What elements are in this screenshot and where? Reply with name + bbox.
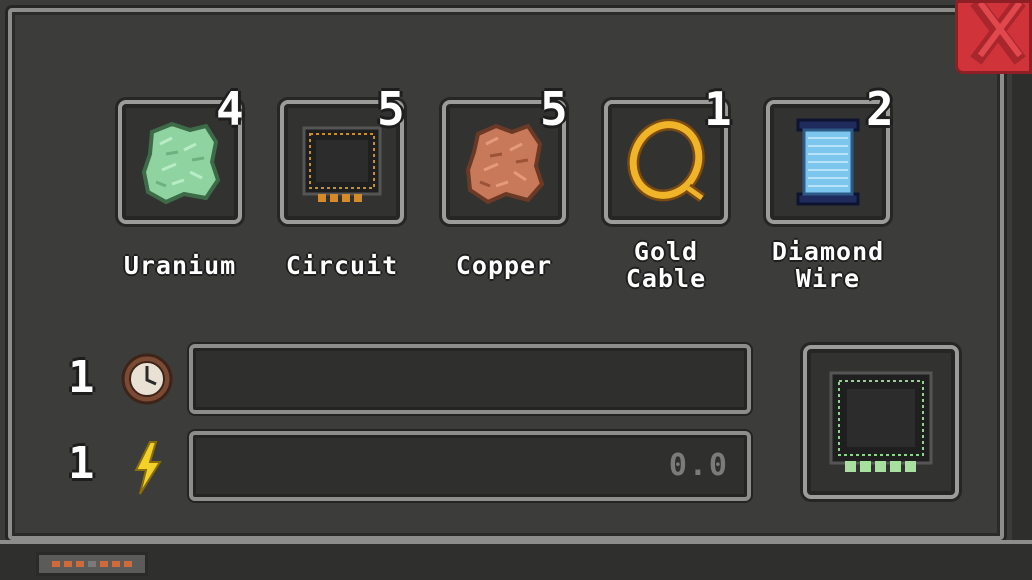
connector-segment bbox=[112, 561, 120, 567]
ingredient-label-diamond-wire: Diamond Wire bbox=[771, 237, 885, 293]
lightning-icon bbox=[134, 441, 162, 495]
connector-segment bbox=[100, 561, 108, 567]
diamond-wire-icon bbox=[796, 118, 860, 206]
window-edge bbox=[1012, 0, 1032, 580]
ingredient-count-diamond-wire: 2 bbox=[866, 82, 894, 136]
ingredient-count-circuit: 5 bbox=[377, 82, 405, 136]
connector-segment bbox=[52, 561, 60, 567]
power-connector bbox=[36, 552, 148, 576]
ingredient-count-copper: 5 bbox=[540, 82, 568, 136]
copper-ore-icon bbox=[465, 123, 545, 205]
connector-segment bbox=[124, 561, 132, 567]
ingredient-label-uranium: Uranium bbox=[123, 251, 237, 280]
ingredient-label-copper: Copper bbox=[455, 251, 553, 280]
ingredient-count-uranium: 4 bbox=[216, 82, 244, 136]
ingredient-label-circuit: Circuit bbox=[285, 251, 399, 280]
ingredient-label-gold-cable: Gold Cable bbox=[625, 237, 707, 293]
uranium-ore-icon bbox=[141, 121, 221, 205]
close-button[interactable] bbox=[955, 0, 1032, 74]
advanced-circuit-icon bbox=[829, 371, 933, 472]
gold-cable-icon bbox=[627, 118, 705, 203]
energy-value: 0.0 bbox=[668, 448, 729, 483]
window-bottom-strip bbox=[0, 540, 1032, 580]
output-slot[interactable] bbox=[803, 345, 959, 499]
craft-progress-bar bbox=[189, 344, 751, 414]
circuit-chip-icon bbox=[302, 126, 382, 202]
craft-time-amount: 1 bbox=[68, 352, 95, 403]
close-icon bbox=[970, 3, 1026, 65]
crafting-window: 4 Uranium 5 Circuit 5 Copper 1 Gold Cabl… bbox=[0, 0, 1032, 580]
connector-segment bbox=[64, 561, 72, 567]
clock-icon bbox=[121, 353, 173, 405]
ingredient-count-gold-cable: 1 bbox=[704, 82, 732, 136]
connector-segment bbox=[76, 561, 84, 567]
connector-segment bbox=[88, 561, 96, 567]
energy-bar: 0.0 bbox=[189, 431, 751, 501]
energy-amount: 1 bbox=[68, 438, 95, 489]
